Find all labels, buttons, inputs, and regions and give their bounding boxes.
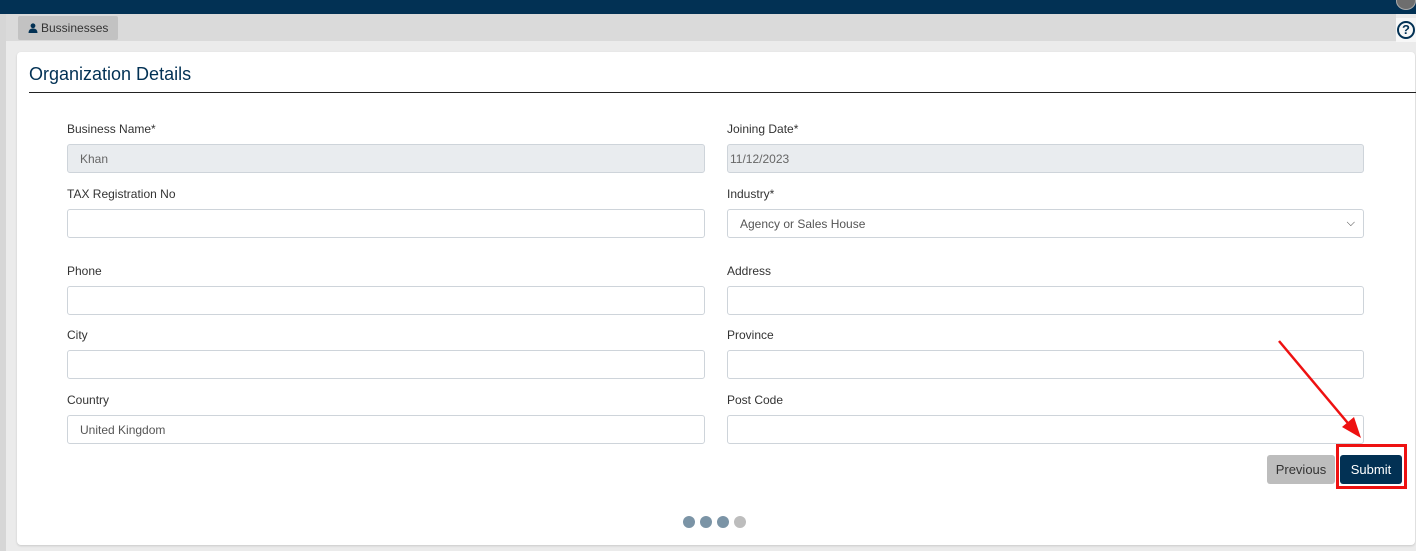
help-button[interactable]: ? — [1396, 18, 1416, 42]
phone-label: Phone — [67, 264, 102, 278]
organization-details-card: Organization Details Business Name* Khan… — [17, 52, 1416, 545]
user-icon — [28, 23, 38, 33]
tab-businesses[interactable]: Bussinesses — [18, 16, 119, 40]
country-field[interactable]: United Kingdom — [67, 415, 705, 444]
top-navbar — [0, 0, 1416, 14]
user-avatar[interactable] — [1396, 0, 1416, 10]
submit-highlight-box — [1336, 444, 1407, 489]
province-label: Province — [727, 328, 774, 342]
industry-selected-value: Agency or Sales House — [740, 216, 866, 231]
page-title: Organization Details — [29, 64, 192, 84]
tab-label: Bussinesses — [41, 21, 109, 35]
address-field[interactable] — [727, 286, 1364, 315]
province-field[interactable] — [727, 350, 1364, 379]
title-divider — [29, 92, 1416, 93]
step-dot-1[interactable] — [683, 516, 695, 528]
industry-label: Industry* — [727, 187, 775, 201]
post-code-field[interactable] — [727, 415, 1364, 444]
tab-bar: Bussinesses — [6, 14, 1396, 41]
step-dot-2[interactable] — [700, 516, 712, 528]
step-dot-4[interactable] — [734, 516, 746, 528]
phone-field[interactable] — [67, 286, 705, 315]
step-indicator — [683, 516, 746, 528]
tax-registration-field[interactable] — [67, 209, 705, 238]
city-label: City — [67, 328, 88, 342]
business-name-label: Business Name* — [67, 122, 156, 136]
address-label: Address — [727, 264, 772, 278]
country-label: Country — [67, 393, 110, 407]
post-code-label: Post Code — [727, 393, 784, 407]
joining-date-value: 11/12/2023 — [730, 151, 790, 166]
previous-button[interactable]: Previous — [1267, 455, 1335, 484]
chevron-down-icon: ⌵ — [1346, 217, 1355, 229]
business-name-value: Khan — [80, 151, 109, 166]
business-name-field[interactable]: Khan — [67, 144, 705, 173]
joining-date-field[interactable]: 11/12/2023 — [727, 144, 1364, 173]
city-field[interactable] — [67, 350, 705, 379]
step-dot-3[interactable] — [717, 516, 729, 528]
joining-date-label: Joining Date* — [727, 122, 799, 136]
left-sidebar-edge — [0, 14, 6, 551]
industry-select[interactable]: Agency or Sales House ⌵ — [727, 209, 1364, 238]
tax-registration-label: TAX Registration No — [67, 187, 176, 201]
help-icon: ? — [1397, 21, 1415, 39]
country-value: United Kingdom — [80, 422, 166, 437]
